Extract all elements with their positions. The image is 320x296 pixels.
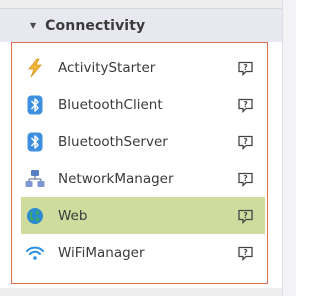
help-icon[interactable]: ?	[237, 61, 254, 77]
component-item-web[interactable]: Web ?	[21, 197, 265, 234]
help-icon[interactable]: ?	[237, 172, 254, 188]
svg-text:?: ?	[243, 63, 247, 72]
svg-text:?: ?	[243, 137, 247, 146]
connectivity-drawer: ActivityStarter ? BluetoothClient ? Blue…	[11, 42, 268, 284]
globe-icon	[24, 205, 46, 227]
component-label: BluetoothClient	[58, 96, 163, 113]
bluetooth-icon	[24, 131, 46, 153]
scrollbar-track[interactable]	[282, 0, 296, 296]
component-item-bluetoothclient[interactable]: BluetoothClient ?	[21, 86, 265, 123]
svg-text:?: ?	[243, 211, 247, 220]
caret-down-icon[interactable]: ▼	[30, 21, 36, 30]
component-label: WiFiManager	[58, 244, 145, 261]
wifi-icon	[24, 242, 46, 264]
network-icon	[24, 168, 46, 190]
palette-top-divider	[0, 0, 282, 9]
component-item-activitystarter[interactable]: ActivityStarter ?	[21, 49, 265, 86]
component-label: BluetoothServer	[58, 133, 168, 150]
component-item-networkmanager[interactable]: NetworkManager ?	[21, 160, 265, 197]
section-title: Connectivity	[45, 17, 146, 34]
component-label: ActivityStarter	[58, 59, 156, 76]
palette-bottom-divider	[0, 288, 282, 296]
svg-text:?: ?	[243, 174, 247, 183]
bluetooth-icon	[24, 94, 46, 116]
component-label: Web	[58, 207, 88, 224]
help-icon[interactable]: ?	[237, 209, 254, 225]
section-header-connectivity[interactable]: ▼ Connectivity	[0, 9, 282, 42]
component-item-bluetoothserver[interactable]: BluetoothServer ?	[21, 123, 265, 160]
component-label: NetworkManager	[58, 170, 174, 187]
help-icon[interactable]: ?	[237, 135, 254, 151]
lightning-bolt-icon	[24, 57, 46, 79]
help-icon[interactable]: ?	[237, 98, 254, 114]
help-icon[interactable]: ?	[237, 246, 254, 262]
svg-text:?: ?	[243, 100, 247, 109]
svg-text:?: ?	[243, 248, 247, 257]
component-palette: ▼ Connectivity ActivityStarter ? Bluetoo…	[0, 0, 296, 296]
component-item-wifimanager[interactable]: WiFiManager ?	[21, 234, 265, 271]
